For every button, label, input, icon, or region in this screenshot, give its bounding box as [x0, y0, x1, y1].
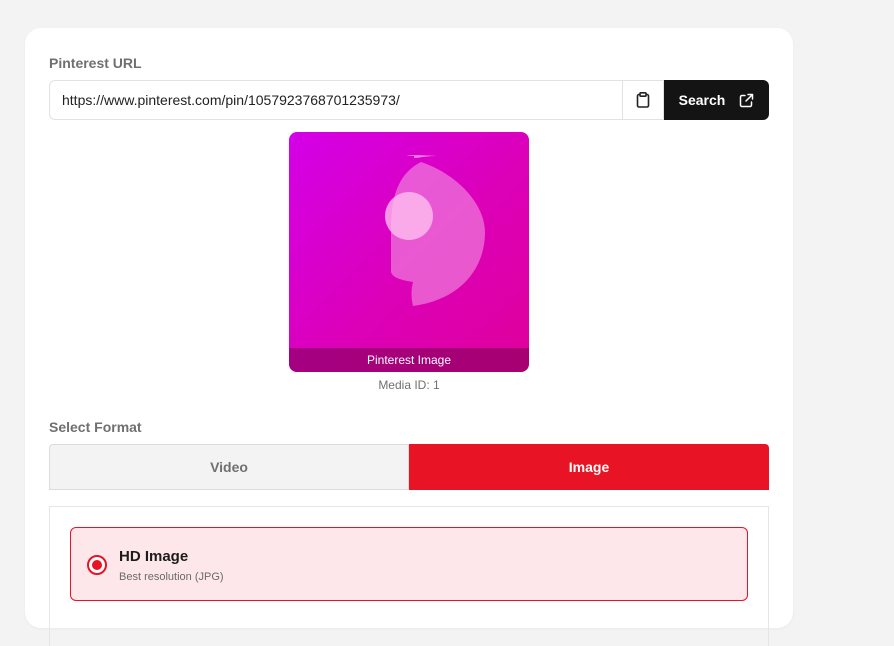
- url-input[interactable]: [49, 80, 622, 120]
- pin-preview-image: Pinterest Image: [289, 132, 529, 372]
- url-input-row: Search: [49, 80, 769, 120]
- radio-selected-icon[interactable]: [87, 555, 107, 575]
- downloader-card: Pinterest URL Search Pinterest Image Med…: [25, 28, 793, 646]
- option-subtitle: Best resolution (JPG): [119, 571, 224, 583]
- format-label: Select Format: [49, 419, 142, 435]
- search-button[interactable]: Search: [664, 80, 769, 120]
- tab-image[interactable]: Image: [409, 444, 769, 490]
- preview-caption: Pinterest Image: [289, 348, 529, 372]
- option-hd-image[interactable]: HD Image Best resolution (JPG): [70, 527, 748, 601]
- url-label: Pinterest URL: [49, 55, 142, 71]
- format-tabs: Video Image: [49, 444, 769, 490]
- clipboard-icon: [636, 92, 650, 108]
- paste-button[interactable]: [622, 80, 664, 120]
- search-button-label: Search: [678, 92, 726, 108]
- external-link-icon: [740, 93, 754, 107]
- media-id: Media ID: 1: [378, 378, 440, 392]
- profile-illustration: [385, 155, 485, 306]
- tab-video[interactable]: Video: [49, 444, 409, 490]
- option-title: HD Image: [119, 548, 189, 565]
- format-options-panel: HD Image Best resolution (JPG): [49, 506, 769, 646]
